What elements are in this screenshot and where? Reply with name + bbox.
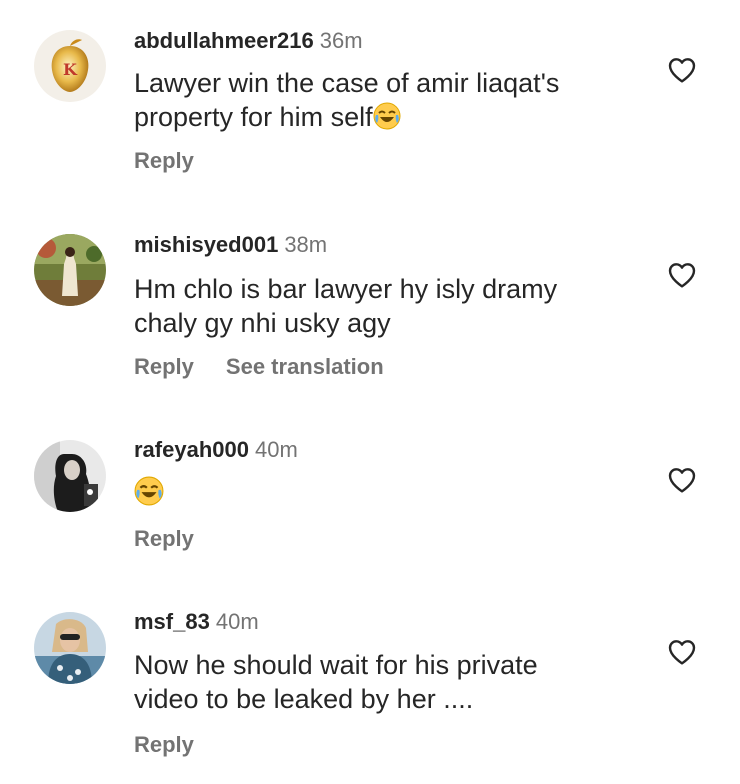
heart-outline-icon[interactable] [666, 464, 698, 496]
reply-button[interactable]: Reply [134, 526, 194, 551]
heart-outline-icon[interactable] [666, 259, 698, 291]
comment-text [134, 476, 634, 514]
comment-meta: msf_83 40m [134, 609, 259, 635]
reply-button[interactable]: Reply [134, 354, 194, 379]
username[interactable]: abdullahmeer216 [134, 28, 314, 53]
username[interactable]: msf_83 [134, 609, 210, 634]
comment-text-body: Lawyer win the case of amir liaqat's pro… [134, 68, 560, 132]
comment-time: 40m [254, 437, 298, 462]
comment-time: 36m [319, 28, 363, 53]
comment-actions: Reply [134, 148, 194, 174]
laughing-emoji-icon [134, 476, 164, 514]
username[interactable]: mishisyed001 [134, 232, 278, 257]
avatar[interactable]: K [34, 30, 106, 102]
avatar[interactable] [34, 440, 106, 512]
comment-actions: Reply [134, 732, 194, 758]
see-translation-button[interactable]: See translation [226, 354, 384, 379]
comment-actions: Reply See translation [134, 354, 384, 380]
comment-time: 40m [215, 609, 259, 634]
avatar[interactable] [34, 234, 106, 306]
comment-text: Hm chlo is bar lawyer hy isly dramy chal… [134, 274, 558, 338]
comment-meta: abdullahmeer216 36m [134, 28, 363, 54]
laughing-emoji-icon [373, 102, 401, 138]
reply-button[interactable]: Reply [134, 732, 194, 757]
heart-outline-icon[interactable] [666, 54, 698, 86]
comment-text: Now he should wait for his private video… [134, 650, 538, 714]
comment-time: 38m [284, 232, 328, 257]
comment-meta: mishisyed001 38m [134, 232, 327, 258]
avatar[interactable] [34, 612, 106, 684]
heart-outline-icon[interactable] [666, 636, 698, 668]
comment-meta: rafeyah000 40m [134, 437, 298, 463]
username[interactable]: rafeyah000 [134, 437, 249, 462]
comment-text: Lawyer win the case of amir liaqat's pro… [134, 66, 634, 138]
svg-text:K: K [63, 60, 78, 79]
reply-button[interactable]: Reply [134, 148, 194, 173]
comment-actions: Reply [134, 526, 194, 552]
